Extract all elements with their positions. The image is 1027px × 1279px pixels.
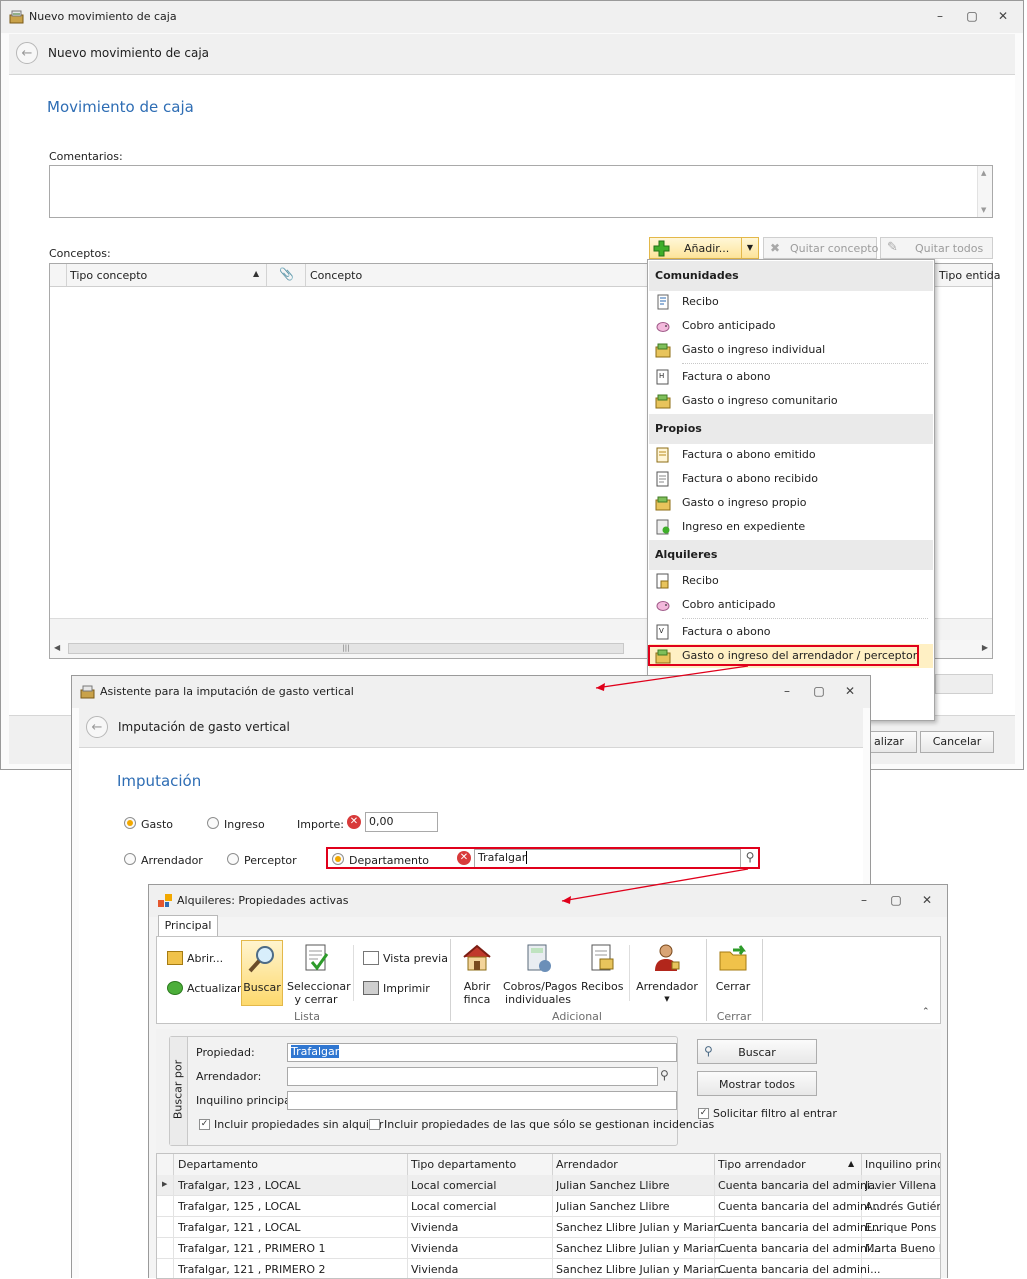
arrowhead-search [562,896,571,904]
arrow-departamento-to-search [561,868,749,902]
arrowhead-wizard [596,683,605,691]
annotation-arrows [561,665,749,904]
arrow-menu-to-wizard [595,665,749,689]
